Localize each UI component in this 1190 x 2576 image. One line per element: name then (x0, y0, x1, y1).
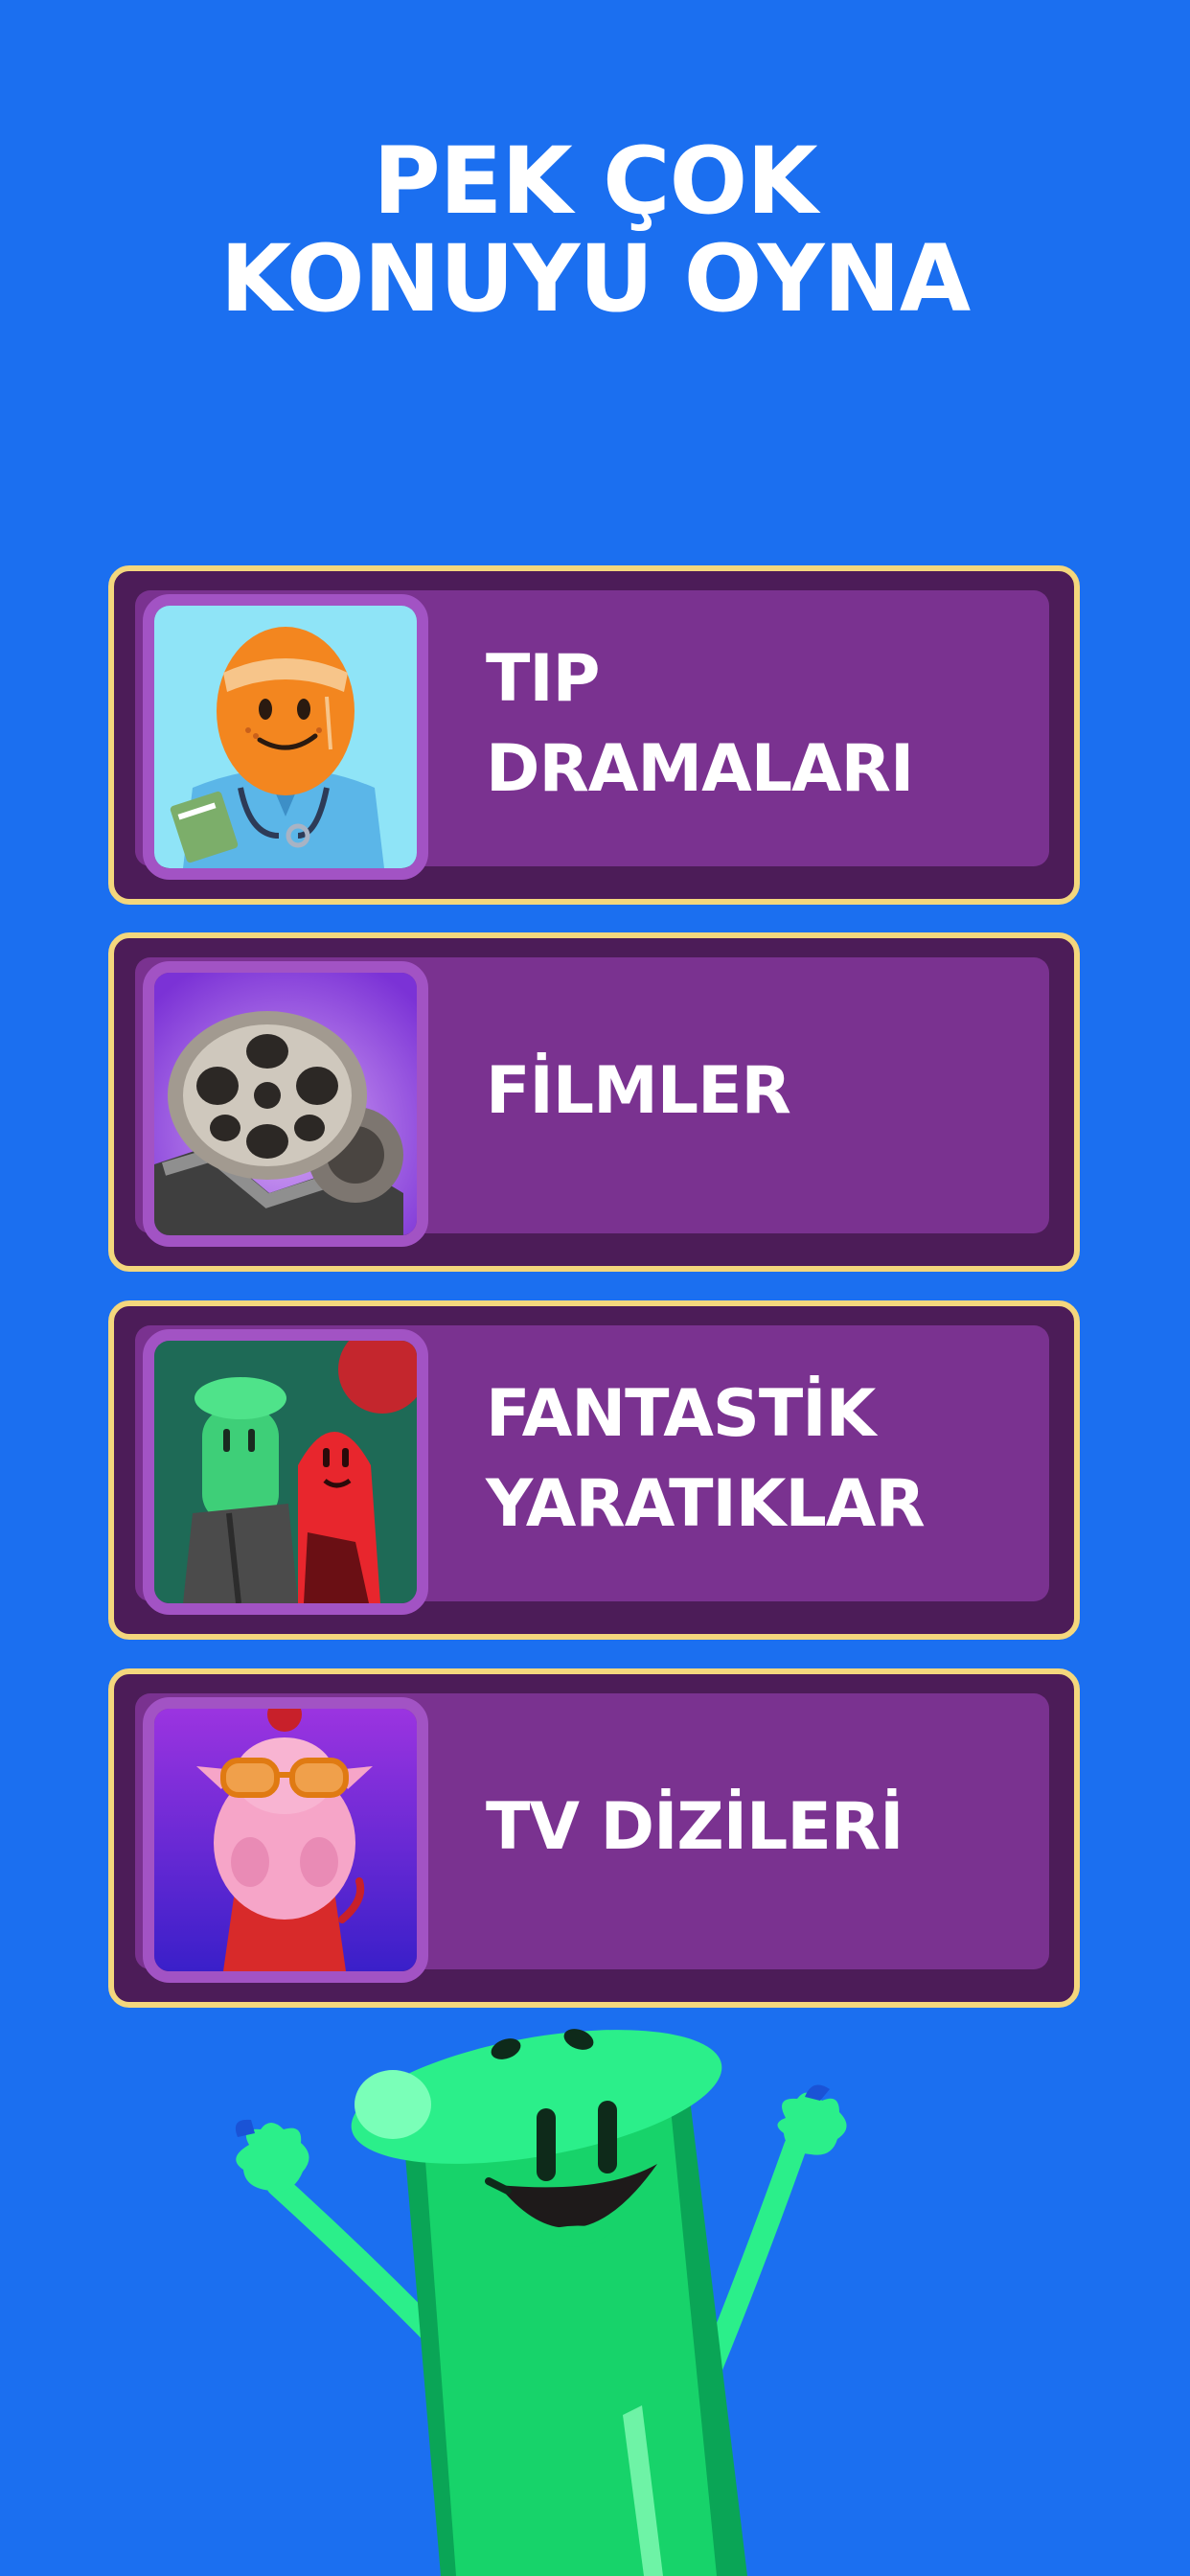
page-title: PEK ÇOK KONUYU OYNA (0, 132, 1190, 328)
category-card-creatures[interactable]: FANTASTİK YARATIKLAR (108, 1300, 1080, 1640)
category-label: FİLMLER (486, 938, 1061, 1245)
film-reel-icon (143, 961, 428, 1247)
category-card-medical[interactable]: TIP DRAMALARI (108, 565, 1080, 905)
category-label-line-1: TIP (486, 641, 601, 717)
category-label: TIP DRAMALARI (486, 571, 1061, 878)
category-label-line-2: YARATIKLAR (486, 1466, 926, 1542)
doctor-character-icon (143, 594, 428, 880)
monster-characters-icon (143, 1329, 428, 1615)
turkey-character-icon (143, 1697, 428, 1983)
category-label: FANTASTİK YARATIKLAR (486, 1306, 1061, 1613)
category-label-line-1: FİLMLER (486, 1053, 791, 1129)
title-line-1: PEK ÇOK (373, 127, 817, 235)
mascot-character (235, 2029, 847, 2576)
category-label-line-1: TV DİZİLERİ (486, 1789, 904, 1865)
category-card-tv-series[interactable]: TV DİZİLERİ (108, 1668, 1080, 2008)
category-label: TV DİZİLERİ (486, 1674, 1061, 1981)
title-line-2: KONUYU OYNA (219, 225, 971, 333)
category-card-movies[interactable]: FİLMLER (108, 932, 1080, 1272)
category-label-line-2: DRAMALARI (486, 731, 914, 807)
category-label-line-1: FANTASTİK (486, 1376, 876, 1452)
